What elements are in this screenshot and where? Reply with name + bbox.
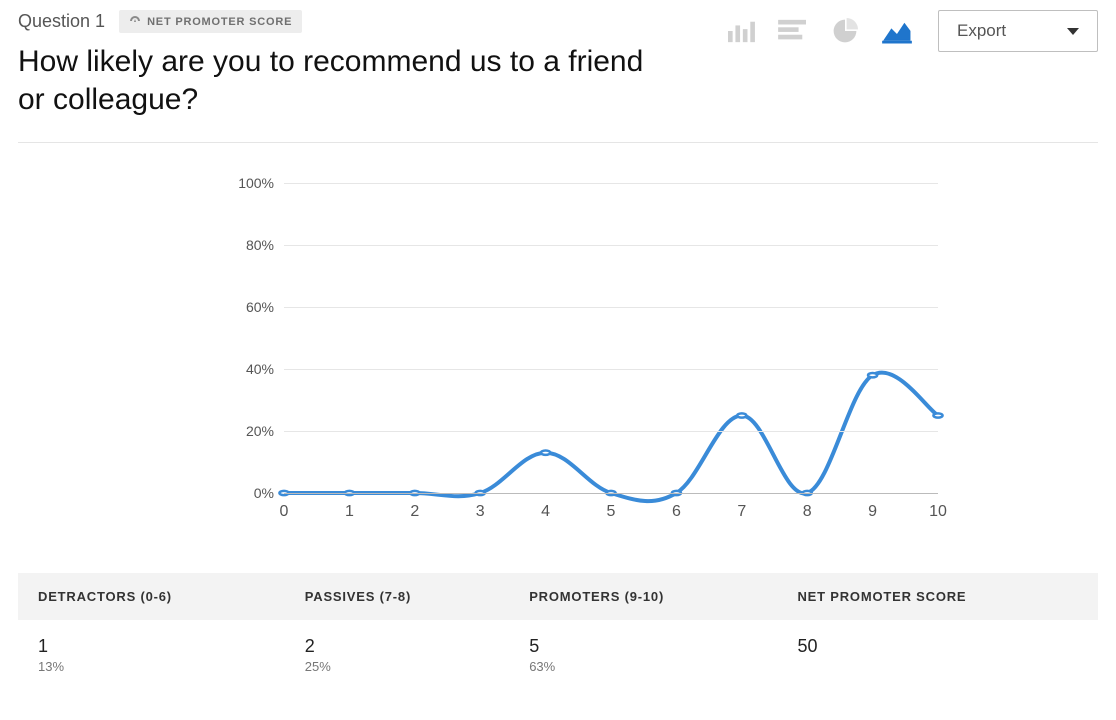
- promoters-cell: 5 63%: [509, 620, 777, 690]
- x-tick-label: 4: [541, 493, 550, 521]
- area-chart-button[interactable]: [880, 16, 914, 46]
- gridline: [284, 183, 938, 184]
- data-point[interactable]: [868, 373, 877, 377]
- plot-area: 0%20%40%60%80%100%012345678910: [284, 183, 938, 493]
- x-tick-label: 0: [280, 493, 289, 521]
- nps-badge: NET PROMOTER SCORE: [119, 10, 302, 33]
- y-tick-label: 100%: [238, 175, 284, 191]
- badge-label: NET PROMOTER SCORE: [147, 16, 292, 28]
- horizontal-bar-icon: [778, 18, 808, 44]
- y-tick-label: 80%: [246, 237, 284, 253]
- passives-pct: 25%: [305, 659, 489, 674]
- y-tick-label: 20%: [246, 423, 284, 439]
- hbar-chart-button[interactable]: [776, 16, 810, 46]
- pie-chart-button[interactable]: [828, 16, 862, 46]
- question-number: Question 1: [18, 11, 105, 32]
- title-block: Question 1 NET PROMOTER SCORE How likely…: [18, 10, 724, 118]
- summary-header: NET PROMOTER SCORE: [777, 573, 1098, 620]
- export-label: Export: [957, 21, 1006, 41]
- gridline: [284, 431, 938, 432]
- export-dropdown[interactable]: Export: [938, 10, 1098, 52]
- gridline: [284, 307, 938, 308]
- x-tick-label: 10: [929, 493, 947, 521]
- passives-count: 2: [305, 636, 315, 656]
- area-chart-icon: [882, 18, 912, 44]
- passives-cell: 2 25%: [285, 620, 509, 690]
- x-tick-label: 7: [737, 493, 746, 521]
- summary-header: PROMOTERS (9-10): [509, 573, 777, 620]
- detractors-pct: 13%: [38, 659, 265, 674]
- x-tick-label: 9: [868, 493, 877, 521]
- x-tick-label: 1: [345, 493, 354, 521]
- x-tick-label: 6: [672, 493, 681, 521]
- nps-value: 50: [797, 636, 817, 656]
- bar-chart-icon: [726, 18, 756, 44]
- chart-type-group: [724, 16, 914, 46]
- summary-header: DETRACTORS (0-6): [18, 573, 285, 620]
- data-point[interactable]: [737, 413, 746, 417]
- line-series: [284, 183, 938, 493]
- detractors-cell: 1 13%: [18, 620, 285, 690]
- promoters-pct: 63%: [529, 659, 757, 674]
- x-tick-label: 8: [803, 493, 812, 521]
- x-tick-label: 3: [476, 493, 485, 521]
- bar-chart-button[interactable]: [724, 16, 758, 46]
- gauge-icon: [129, 14, 141, 29]
- detractors-count: 1: [38, 636, 48, 656]
- toolbar: Export: [724, 10, 1098, 52]
- nps-summary-table: DETRACTORS (0-6)PASSIVES (7-8)PROMOTERS …: [18, 573, 1098, 690]
- promoters-count: 5: [529, 636, 539, 656]
- x-tick-label: 2: [410, 493, 419, 521]
- y-tick-label: 40%: [246, 361, 284, 377]
- pie-chart-icon: [830, 18, 860, 44]
- summary-header: PASSIVES (7-8): [285, 573, 509, 620]
- chevron-down-icon: [1067, 28, 1079, 35]
- data-point[interactable]: [541, 451, 550, 455]
- data-point[interactable]: [933, 413, 942, 417]
- x-tick-label: 5: [607, 493, 616, 521]
- gridline: [284, 245, 938, 246]
- y-tick-label: 60%: [246, 299, 284, 315]
- question-title: How likely are you to recommend us to a …: [18, 43, 658, 118]
- nps-cell: 50: [777, 620, 1098, 690]
- gridline: [284, 369, 938, 370]
- question-header: Question 1 NET PROMOTER SCORE How likely…: [18, 10, 1098, 143]
- nps-chart: 0%20%40%60%80%100%012345678910: [228, 173, 948, 533]
